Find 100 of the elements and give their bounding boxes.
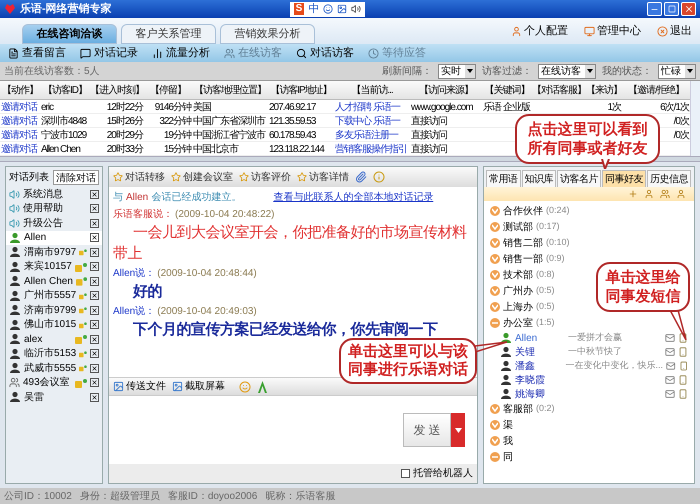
close-item-button[interactable] xyxy=(90,233,99,242)
phone-icon[interactable] xyxy=(678,375,688,385)
table-link[interactable]: 邀请对话 xyxy=(0,142,40,156)
group-row[interactable]: 渠 xyxy=(490,417,688,433)
table-link[interactable]: 营销客服操作指引 xyxy=(334,142,410,156)
input-tool-button[interactable]: 截取屏幕 xyxy=(172,379,225,394)
dropdown[interactable]: 忙碌 xyxy=(658,64,696,78)
close-item-button[interactable] xyxy=(90,190,99,199)
contacts-icon[interactable] xyxy=(660,189,670,199)
close-button[interactable] xyxy=(681,2,696,16)
header-link[interactable]: 退出 xyxy=(657,22,692,40)
table-link[interactable]: 多友乐语注册一 xyxy=(334,128,410,143)
panel-tab[interactable]: 知识库 xyxy=(522,170,556,187)
group-row[interactable]: 同 xyxy=(490,449,688,465)
close-item-button[interactable] xyxy=(90,248,99,257)
group-row[interactable]: 测试部 (0:17) xyxy=(490,219,688,235)
panel-tab[interactable]: 常用语 xyxy=(486,170,520,187)
clear-button[interactable]: 清除对话 xyxy=(53,170,99,184)
close-item-button[interactable] xyxy=(90,378,99,388)
table-link[interactable]: 邀请对话 xyxy=(0,114,40,129)
close-item-button[interactable] xyxy=(90,320,99,330)
header-link[interactable]: 个人配置 xyxy=(511,22,568,40)
panel-tab[interactable]: 历史信息 xyxy=(647,170,691,187)
column-header[interactable]: 【邀请/拒绝】 xyxy=(622,82,690,98)
chat-tool-button[interactable]: 访客评价 xyxy=(239,170,291,184)
dropdown[interactable]: 在线访客 xyxy=(538,64,596,78)
minimize-button[interactable] xyxy=(647,2,662,16)
close-item-button[interactable] xyxy=(90,349,99,358)
conversation-item[interactable]: 493会议室 xyxy=(6,376,102,390)
toolbar-button[interactable]: 对话访客 xyxy=(296,44,354,62)
send-button[interactable]: 发 送 xyxy=(403,413,451,447)
conversation-item[interactable]: Allen xyxy=(6,230,102,245)
table-link[interactable]: 邀请对话 xyxy=(0,128,40,143)
header-link[interactable]: 管理中心 xyxy=(584,22,641,40)
mail-icon[interactable] xyxy=(665,347,675,357)
message-input[interactable]: 发 送 xyxy=(109,396,477,464)
column-header[interactable]: 【动作】 xyxy=(0,82,40,98)
main-tab[interactable]: 在线咨询洽谈 xyxy=(22,24,117,44)
person-icon[interactable] xyxy=(676,189,686,199)
close-item-button[interactable] xyxy=(90,276,99,286)
colleague-name[interactable]: 关锂 xyxy=(515,344,565,360)
ime-emoji-icon[interactable] xyxy=(323,4,334,14)
column-header[interactable]: 【访问来源】 xyxy=(410,82,482,98)
panel-tab[interactable]: 访客名片 xyxy=(557,170,601,187)
info-icon[interactable] xyxy=(373,171,385,183)
chat-tool-button[interactable]: 对话转移 xyxy=(113,170,165,184)
panel-tab[interactable]: 同事好友 xyxy=(602,170,646,187)
column-header[interactable]: 【停留】 xyxy=(144,82,192,98)
paperclip-icon[interactable] xyxy=(355,171,367,183)
conversation-item[interactable]: 佛山市1015 xyxy=(6,318,102,332)
column-header[interactable]: 【当前访... xyxy=(334,82,410,98)
conversation-item[interactable]: 吴雷 xyxy=(6,390,102,404)
colleague-name[interactable]: Allen xyxy=(515,330,565,346)
group-row[interactable]: 我 xyxy=(490,433,688,449)
conversation-item[interactable]: 广州市5557 xyxy=(6,288,102,303)
close-item-button[interactable] xyxy=(90,204,99,214)
conversation-item[interactable]: 渭南市9797 xyxy=(6,245,102,260)
group-row[interactable]: 办公室 (1:5) xyxy=(490,315,688,331)
conversation-item[interactable]: 济南市9799 xyxy=(6,303,102,318)
group-row[interactable]: 合作伙伴 (0:24) xyxy=(490,203,688,219)
input-tool-button[interactable]: 传送文件 xyxy=(113,379,166,394)
column-header[interactable]: 【对话客服】 xyxy=(532,82,586,98)
close-item-button[interactable] xyxy=(90,392,99,402)
chat-tool-button[interactable]: 创建会议室 xyxy=(171,170,233,184)
main-tab[interactable]: 客户关系管理 xyxy=(121,24,216,44)
main-tab[interactable]: 营销效果分析 xyxy=(220,24,315,44)
close-item-button[interactable] xyxy=(90,306,99,315)
chat-tool-button[interactable]: 访客详情 xyxy=(297,170,349,184)
close-item-button[interactable] xyxy=(90,262,99,272)
column-header[interactable]: 【访客地理位置】 xyxy=(192,82,268,98)
colleague-name[interactable]: 潘鑫 xyxy=(515,358,562,374)
colleague-name[interactable]: 李晓霞 xyxy=(515,372,565,388)
conversation-item[interactable]: 使用帮助 xyxy=(6,202,102,216)
conversation-item[interactable]: 系统消息 xyxy=(6,187,102,202)
conversation-item[interactable]: 临沂市5153 xyxy=(6,346,102,361)
group-row[interactable]: 客服部 (0:2) xyxy=(490,401,688,417)
colleague-name[interactable]: 姚海卿 xyxy=(515,386,565,402)
toolbar-button[interactable]: 流量分析 xyxy=(152,44,210,62)
phone-icon[interactable] xyxy=(678,361,688,371)
scrollbar[interactable] xyxy=(690,81,700,156)
column-header[interactable]: 【进入时刻】 xyxy=(90,82,144,98)
phone-icon[interactable] xyxy=(678,389,688,399)
mail-icon[interactable] xyxy=(665,375,675,385)
close-item-button[interactable] xyxy=(90,218,99,228)
conversation-item[interactable]: 升级公告 xyxy=(6,216,102,230)
table-link[interactable]: 邀请对话 xyxy=(0,100,40,115)
table-link[interactable]: 人才招聘 乐语一 xyxy=(334,100,410,115)
toolbar-button[interactable]: 查看留言 xyxy=(8,44,66,62)
toolbar-button[interactable]: 对话记录 xyxy=(80,44,138,62)
column-header[interactable]: 【来访】 xyxy=(586,82,622,98)
send-options-button[interactable] xyxy=(451,413,465,447)
phone-icon[interactable] xyxy=(678,347,688,357)
history-link[interactable]: 查看与此联系人的全部本地对话记录 xyxy=(273,190,434,205)
close-item-button[interactable] xyxy=(90,364,99,373)
column-header[interactable]: 【访客ID】 xyxy=(40,82,90,98)
group-row[interactable]: 销售二部 (0:10) xyxy=(490,235,688,251)
column-header[interactable]: 【关键词】 xyxy=(482,82,532,98)
robot-checkbox[interactable] xyxy=(401,469,410,478)
close-item-button[interactable] xyxy=(90,334,99,344)
mail-icon[interactable] xyxy=(665,389,675,399)
